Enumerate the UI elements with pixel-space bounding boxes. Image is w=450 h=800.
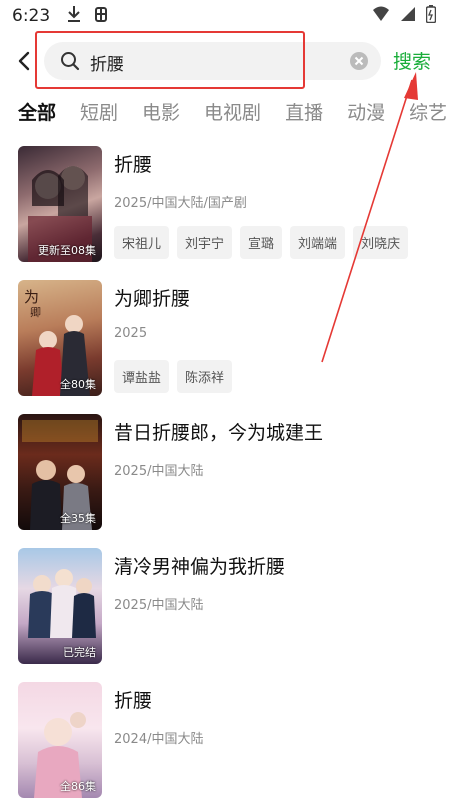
cast-chip[interactable]: 谭盐盐: [114, 360, 170, 393]
tab-live[interactable]: 直播: [285, 98, 323, 128]
poster-label: 全35集: [60, 512, 96, 525]
result-meta: 2024/中国大陆: [114, 732, 204, 747]
poster-image[interactable]: 更新至08集: [18, 146, 102, 262]
chevron-left-icon: [18, 51, 30, 71]
battery-icon: [425, 5, 437, 27]
bug-icon: [92, 5, 110, 27]
poster-image[interactable]: 全35集: [18, 414, 102, 530]
result-title[interactable]: 折腰: [114, 150, 152, 177]
status-time: 6:23: [12, 6, 51, 26]
cast-chip[interactable]: 宣璐: [240, 226, 283, 259]
result-title[interactable]: 昔日折腰郎，今为城建王: [114, 418, 323, 445]
tab-movie[interactable]: 电影: [142, 98, 180, 128]
result-meta: 2025/中国大陆/国产剧: [114, 196, 247, 211]
result-item[interactable]: 全35集 昔日折腰郎，今为城建王 2025/中国大陆: [0, 414, 450, 548]
poster-image[interactable]: 全86集: [18, 682, 102, 798]
results-list: 更新至08集 折腰 2025/中国大陆/国产剧 宋祖儿 刘宇宁 宣璐 刘端端 刘…: [0, 146, 450, 800]
tab-anime[interactable]: 动漫: [347, 98, 385, 128]
highlight-box: [35, 31, 305, 89]
tab-all[interactable]: 全部: [18, 98, 56, 128]
result-item[interactable]: 为卿 全80集 为卿折腰 2025 谭盐盐 陈添祥: [0, 280, 450, 414]
svg-text:卿: 卿: [30, 306, 41, 319]
category-tabs: 全部 短剧 电影 电视剧 直播 动漫 综艺: [0, 98, 450, 128]
result-meta: 2025: [114, 326, 148, 341]
tab-tv-series[interactable]: 电视剧: [204, 98, 261, 128]
result-meta: 2025/中国大陆: [114, 464, 204, 479]
result-title[interactable]: 清冷男神偏为我折腰: [114, 552, 285, 579]
poster-image[interactable]: 为卿 全80集: [18, 280, 102, 396]
result-item[interactable]: 已完结 清冷男神偏为我折腰 2025/中国大陆: [0, 548, 450, 682]
cast-chip[interactable]: 刘端端: [290, 226, 346, 259]
poster-label: 更新至08集: [38, 244, 96, 257]
clear-icon[interactable]: [350, 52, 368, 70]
cast-list: 宋祖儿 刘宇宁 宣璐 刘端端 刘晓庆: [114, 226, 409, 259]
poster-image[interactable]: 已完结: [18, 548, 102, 664]
result-item[interactable]: 全86集 折腰 2024/中国大陆: [0, 682, 450, 800]
wifi-icon: [372, 6, 390, 26]
cast-chip[interactable]: 刘晓庆: [353, 226, 409, 259]
result-title[interactable]: 为卿折腰: [114, 284, 190, 311]
result-item[interactable]: 更新至08集 折腰 2025/中国大陆/国产剧 宋祖儿 刘宇宁 宣璐 刘端端 刘…: [0, 146, 450, 280]
search-button[interactable]: 搜索: [393, 47, 431, 74]
status-left-icons: [66, 5, 110, 27]
poster-label: 已完结: [63, 646, 96, 659]
download-icon: [66, 5, 82, 27]
poster-label: 全86集: [60, 780, 96, 793]
result-meta: 2025/中国大陆: [114, 598, 204, 613]
cast-chip[interactable]: 刘宇宁: [177, 226, 233, 259]
back-button[interactable]: [14, 49, 34, 73]
status-right-icons: [372, 5, 437, 27]
tab-variety[interactable]: 综艺: [409, 98, 447, 128]
svg-text:为: 为: [24, 288, 39, 306]
tab-short-drama[interactable]: 短剧: [80, 98, 118, 128]
cast-list: 谭盐盐 陈添祥: [114, 360, 233, 393]
cast-chip[interactable]: 宋祖儿: [114, 226, 170, 259]
cast-chip[interactable]: 陈添祥: [177, 360, 233, 393]
poster-label: 全80集: [60, 378, 96, 391]
signal-icon: [400, 6, 416, 26]
result-title[interactable]: 折腰: [114, 686, 152, 713]
status-bar: 6:23: [0, 0, 450, 32]
